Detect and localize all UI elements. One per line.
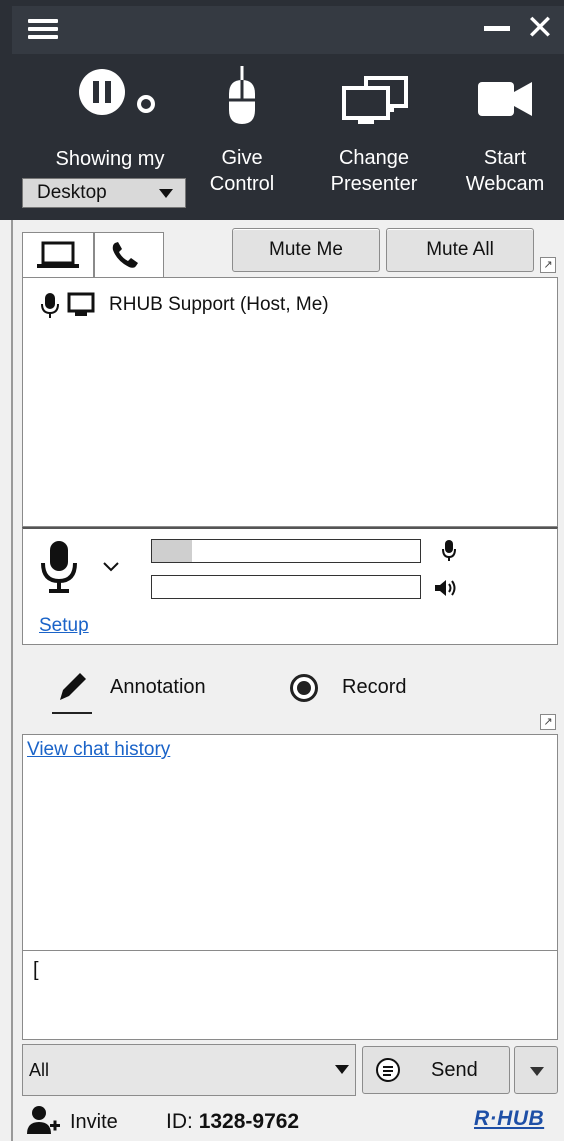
give-control-label-1: Give <box>221 147 263 169</box>
audio-panel: Setup <box>22 527 558 645</box>
change-presenter-button[interactable]: Change Presenter <box>322 60 426 197</box>
hamburger-menu-icon[interactable] <box>12 6 72 54</box>
pencil-icon <box>60 673 86 700</box>
list-item[interactable]: RHUB Support (Host, Me) <box>39 290 329 320</box>
monitor-icon <box>67 292 95 316</box>
chevron-down-icon <box>530 1067 544 1076</box>
recipient-value: All <box>29 1060 50 1080</box>
chat-input-value: [ <box>33 959 39 981</box>
start-webcam-button[interactable]: Start Webcam <box>462 60 548 197</box>
chat-input[interactable]: [ <box>22 950 558 1040</box>
rhub-logo[interactable]: R·HUB <box>474 1107 544 1131</box>
video-camera-icon <box>478 82 532 116</box>
microphone-icon <box>442 540 456 561</box>
showing-label-block: Showing my <box>40 146 180 172</box>
phone-icon <box>112 242 138 268</box>
participant-list: RHUB Support (Host, Me) <box>22 277 558 527</box>
change-presenter-label-1: Change <box>338 147 410 169</box>
popout-participants-icon[interactable]: ↗ <box>540 257 556 273</box>
change-presenter-label-2: Presenter <box>330 173 418 195</box>
chevron-down-icon[interactable] <box>103 559 119 575</box>
chevron-down-icon <box>335 1065 349 1074</box>
monitors-icon <box>342 76 408 124</box>
send-label: Send <box>431 1059 478 1081</box>
mute-me-label: Mute Me <box>269 239 343 260</box>
give-control-button[interactable]: Give Control <box>200 60 284 197</box>
invite-button[interactable] <box>26 1104 62 1138</box>
speaker-level-meter <box>151 575 421 599</box>
record-icon[interactable] <box>290 674 318 702</box>
send-button[interactable]: Send <box>362 1046 510 1094</box>
tab-computer[interactable] <box>22 232 94 278</box>
record-label[interactable]: Record <box>342 676 406 699</box>
mic-level-meter <box>151 539 421 563</box>
showing-source-value: Desktop <box>37 182 107 203</box>
pause-sharing-button[interactable] <box>74 60 164 127</box>
showing-my-label: Showing my <box>55 148 165 170</box>
laptop-icon <box>37 241 79 268</box>
participant-name: RHUB Support (Host, Me) <box>109 294 329 315</box>
view-chat-history-link[interactable]: View chat history <box>27 739 170 761</box>
start-webcam-label-1: Start <box>483 147 527 169</box>
give-control-label-2: Control <box>209 173 275 195</box>
chat-bubble-icon <box>376 1058 400 1082</box>
minimize-button[interactable] <box>484 26 510 31</box>
meeting-id-prefix: ID: <box>166 1110 193 1133</box>
mute-all-button[interactable]: Mute All <box>386 228 534 272</box>
add-user-icon <box>27 1106 60 1134</box>
popout-chat-icon[interactable]: ↗ <box>540 714 556 730</box>
pause-icon <box>79 69 155 115</box>
mute-me-button[interactable]: Mute Me <box>232 228 380 272</box>
setup-link[interactable]: Setup <box>39 615 89 637</box>
mic-level-fill <box>152 540 193 562</box>
annotation-button[interactable] <box>52 666 92 714</box>
annotation-label[interactable]: Annotation <box>110 676 206 699</box>
invite-label[interactable]: Invite <box>70 1111 118 1134</box>
meeting-id: ID: 1328-9762 <box>166 1110 299 1134</box>
chevron-down-icon <box>159 189 173 198</box>
chat-history-pane: View chat history <box>22 734 558 952</box>
speaker-icon <box>435 580 456 596</box>
mute-all-label: Mute All <box>426 239 494 260</box>
recipient-select[interactable]: All <box>22 1044 356 1096</box>
top-toolbar: ✕ Showing my Desktop Give Control Change… <box>0 0 564 220</box>
send-options-button[interactable] <box>514 1046 558 1094</box>
mouse-icon <box>229 66 255 124</box>
microphone-icon <box>41 293 59 318</box>
meeting-id-value: 1328-9762 <box>198 1110 300 1133</box>
close-button[interactable]: ✕ <box>524 11 556 45</box>
start-webcam-label-2: Webcam <box>465 173 545 195</box>
tab-phone[interactable] <box>94 232 164 279</box>
showing-source-select[interactable]: Desktop <box>22 178 186 208</box>
microphone-icon[interactable] <box>37 539 81 595</box>
left-border <box>11 220 13 1141</box>
title-strip <box>12 6 564 54</box>
